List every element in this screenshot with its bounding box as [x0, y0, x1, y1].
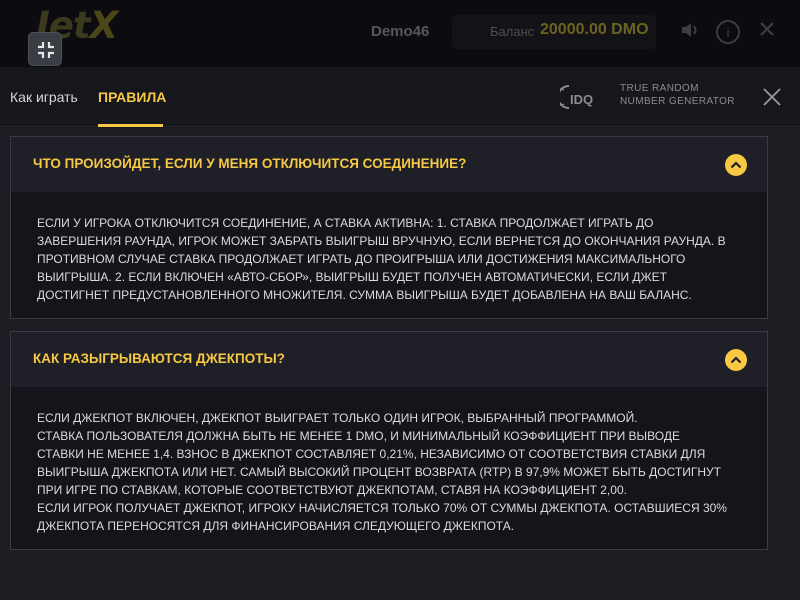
username: Demo46 [371, 23, 430, 40]
faq-item-connection: ЧТО ПРОИЗОЙДЕТ, ЕСЛИ У МЕНЯ ОТКЛЮЧИТСЯ С… [10, 136, 768, 319]
close-icon[interactable] [754, 19, 780, 45]
sound-icon[interactable] [677, 19, 703, 45]
chevron-up-icon[interactable] [725, 349, 747, 371]
info-icon[interactable]: i [716, 20, 740, 44]
tab-how-to-play[interactable]: Как играть [10, 89, 78, 105]
svg-text:IDQ: IDQ [570, 92, 593, 107]
faq-header[interactable]: КАК РАЗЫГРЫВАЮТСЯ ДЖЕКПОТЫ? [11, 332, 767, 387]
content-bottom-edge [0, 590, 800, 600]
rules-modal-header: Как играть ПРАВИЛА IDQ TRUE RANDOM NUMBE… [0, 67, 800, 127]
faq-item-jackpots: КАК РАЗЫГРЫВАЮТСЯ ДЖЕКПОТЫ? ЕСЛИ ДЖЕКПОТ… [10, 331, 768, 550]
faq-question: КАК РАЗЫГРЫВАЮТСЯ ДЖЕКПОТЫ? [33, 351, 285, 366]
rng-caption: TRUE RANDOM NUMBER GENERATOR [620, 83, 735, 107]
close-rules-button[interactable] [760, 85, 784, 109]
faq-question: ЧТО ПРОИЗОЙДЕТ, ЕСЛИ У МЕНЯ ОТКЛЮЧИТСЯ С… [33, 156, 467, 171]
balance-label: Баланс [490, 24, 535, 39]
faq-answer: ЕСЛИ ДЖЕКПОТ ВКЛЮЧЕН, ДЖЕКПОТ ВЫИГРАЕТ Т… [37, 411, 727, 533]
rules-content[interactable]: ЧТО ПРОИЗОЙДЕТ, ЕСЛИ У МЕНЯ ОТКЛЮЧИТСЯ С… [0, 128, 800, 600]
active-tab-indicator [98, 124, 163, 127]
close-icon [763, 88, 781, 106]
collapse-icon [38, 42, 54, 58]
tab-rules[interactable]: ПРАВИЛА [98, 89, 166, 105]
chevron-up-icon[interactable] [725, 154, 747, 176]
faq-header[interactable]: ЧТО ПРОИЗОЙДЕТ, ЕСЛИ У МЕНЯ ОТКЛЮЧИТСЯ С… [11, 137, 767, 192]
collapse-button[interactable] [28, 32, 62, 66]
idq-logo-icon: IDQ [560, 85, 593, 109]
balance-value: 20000.00 DMO [540, 21, 649, 38]
faq-answer: ЕСЛИ У ИГРОКА ОТКЛЮЧИТСЯ СОЕДИНЕНИЕ, А С… [37, 216, 726, 302]
game-topbar: JetX Demo46 Баланс 20000.00 DMO i [0, 0, 800, 67]
balance-box: Баланс 20000.00 DMO [452, 15, 656, 49]
